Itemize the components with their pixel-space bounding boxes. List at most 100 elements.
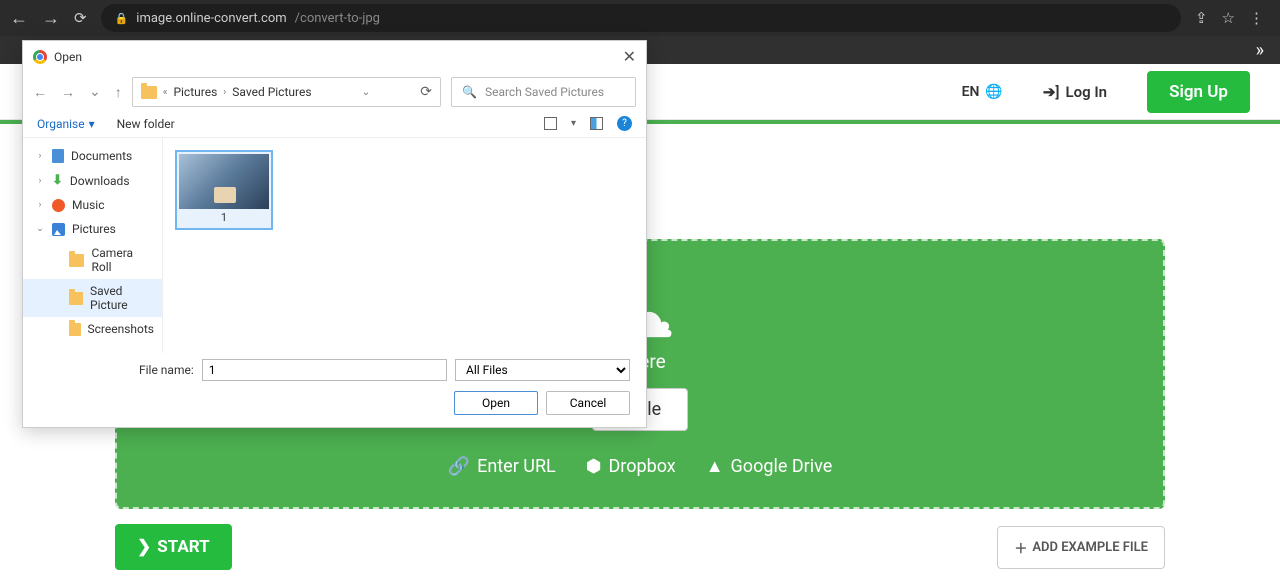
file-open-dialog: Open ✕ ← → ⌄ ↑ « Pictures › Saved Pictur… bbox=[22, 40, 647, 428]
chevron-down-icon: ⌄ bbox=[35, 224, 45, 234]
bookmark-icon[interactable]: ☆ bbox=[1222, 9, 1235, 27]
globe-icon: 🌐 bbox=[985, 84, 1002, 100]
download-icon: ⬇ bbox=[52, 173, 63, 188]
more-icon[interactable]: ⋮ bbox=[1249, 9, 1264, 27]
google-drive-link[interactable]: ▲ Google Drive bbox=[706, 456, 833, 477]
enter-url-link[interactable]: 🔗 Enter URL bbox=[448, 456, 556, 477]
folder-icon bbox=[141, 86, 157, 99]
dialog-up-button[interactable]: ↑ bbox=[115, 84, 122, 101]
sidebar-item-label: Downloads bbox=[70, 174, 130, 188]
chrome-icon bbox=[33, 50, 47, 64]
address-bar[interactable]: 🔒 image.online-convert.com/convert-to-jp… bbox=[101, 4, 1181, 32]
thumbnail-image bbox=[179, 154, 269, 209]
sidebar-item-music[interactable]: › Music bbox=[23, 193, 162, 217]
file-type-select[interactable]: All Files bbox=[455, 359, 630, 381]
dialog-toolbar: Organise ▾ New folder ▾ ? bbox=[23, 112, 646, 138]
sidebar-item-saved-pictures[interactable]: Saved Picture bbox=[23, 279, 162, 317]
sidebar-item-label: Camera Roll bbox=[91, 246, 154, 274]
chevron-down-icon: ▾ bbox=[89, 117, 95, 131]
chevron-right-icon: › bbox=[223, 87, 226, 98]
add-example-label: ADD EXAMPLE FILE bbox=[1032, 540, 1148, 555]
organise-label: Organise bbox=[37, 117, 85, 131]
language-label: EN bbox=[962, 84, 980, 100]
chevron-right-icon: › bbox=[35, 176, 45, 186]
open-button[interactable]: Open bbox=[454, 391, 538, 415]
help-button[interactable]: ? bbox=[617, 116, 632, 131]
dropbox-link[interactable]: ⬢ Dropbox bbox=[586, 456, 676, 477]
browser-chrome: ← → ⟳ 🔒 image.online-convert.com/convert… bbox=[0, 0, 1280, 36]
chevron-down-icon[interactable]: ▾ bbox=[571, 118, 576, 129]
language-switch[interactable]: EN 🌐 bbox=[962, 84, 1003, 100]
url-path: /convert-to-jpg bbox=[295, 11, 380, 26]
file-name: 1 bbox=[221, 209, 227, 226]
file-name-input[interactable] bbox=[202, 359, 447, 381]
music-icon bbox=[52, 199, 65, 212]
file-name-label: File name: bbox=[139, 363, 194, 377]
search-icon: 🔍 bbox=[462, 85, 477, 99]
refresh-button[interactable]: ⟳ bbox=[420, 84, 432, 100]
dialog-nav-buttons: ← → ⌄ ↑ bbox=[33, 84, 122, 101]
chrome-actions: ⇪ ☆ ⋮ bbox=[1195, 9, 1264, 27]
pictures-icon bbox=[52, 223, 65, 236]
dialog-title: Open bbox=[54, 50, 82, 64]
login-label: Log In bbox=[1066, 83, 1108, 101]
folder-icon bbox=[69, 323, 81, 336]
cancel-button[interactable]: Cancel bbox=[546, 391, 630, 415]
dialog-search[interactable]: 🔍 Search Saved Pictures bbox=[451, 77, 636, 107]
start-label: START bbox=[157, 537, 209, 557]
sidebar-item-documents[interactable]: › Documents bbox=[23, 144, 162, 168]
chevron-down-icon[interactable]: ⌄ bbox=[362, 87, 370, 98]
bottom-row: ❯ START ＋ ADD EXAMPLE FILE bbox=[0, 509, 1280, 585]
forward-button[interactable]: → bbox=[42, 8, 60, 29]
tab-overflow-icon[interactable]: » bbox=[1256, 40, 1264, 61]
dialog-sidebar: ›Documents ›⬇Downloads ›Music ⌄Pictures … bbox=[23, 138, 163, 353]
share-icon[interactable]: ⇪ bbox=[1195, 9, 1208, 27]
sidebar-item-label: Documents bbox=[71, 149, 132, 163]
preview-pane-button[interactable] bbox=[590, 117, 603, 130]
dialog-back-button[interactable]: ← bbox=[33, 84, 47, 101]
add-example-button[interactable]: ＋ ADD EXAMPLE FILE bbox=[997, 526, 1165, 569]
chevron-right-icon: › bbox=[35, 151, 45, 161]
url-host: image.online-convert.com bbox=[136, 11, 286, 26]
breadcrumb[interactable]: « Pictures › Saved Pictures ⌄ ⟳ bbox=[132, 77, 441, 107]
start-button[interactable]: ❯ START bbox=[115, 524, 232, 570]
dialog-titlebar: Open ✕ bbox=[23, 41, 646, 72]
lock-icon: 🔒 bbox=[115, 12, 129, 25]
bc-prefix: « bbox=[163, 87, 168, 98]
file-item-1[interactable]: 1 bbox=[175, 150, 273, 230]
signup-button[interactable]: Sign Up bbox=[1147, 71, 1250, 113]
gdrive-label: Google Drive bbox=[731, 456, 833, 477]
organise-menu[interactable]: Organise ▾ bbox=[37, 117, 95, 131]
chevron-right-icon: › bbox=[35, 200, 45, 210]
sidebar-item-pictures[interactable]: ⌄ Pictures bbox=[23, 217, 162, 241]
dialog-close-button[interactable]: ✕ bbox=[623, 47, 636, 66]
login-link[interactable]: ➔] Log In bbox=[1043, 83, 1107, 101]
folder-icon bbox=[69, 292, 83, 305]
back-button[interactable]: ← bbox=[10, 8, 28, 29]
sidebar-item-downloads[interactable]: › ⬇ Downloads bbox=[23, 168, 162, 193]
dropbox-label: Dropbox bbox=[608, 456, 675, 477]
sidebar-item-label: Saved Picture bbox=[90, 284, 154, 312]
document-icon bbox=[52, 149, 64, 163]
sidebar-item-screenshots[interactable]: Screenshots bbox=[23, 317, 162, 341]
new-folder-button[interactable]: New folder bbox=[117, 117, 175, 131]
sidebar-item-label: Music bbox=[72, 198, 104, 212]
dialog-body: ›Documents ›⬇Downloads ›Music ⌄Pictures … bbox=[23, 138, 646, 353]
sidebar-item-label: Pictures bbox=[72, 222, 116, 236]
alt-sources-row: 🔗 Enter URL ⬢ Dropbox ▲ Google Drive bbox=[448, 456, 833, 477]
dialog-nav: ← → ⌄ ↑ « Pictures › Saved Pictures ⌄ ⟳ … bbox=[23, 72, 646, 112]
file-list-area[interactable]: 1 bbox=[163, 138, 646, 353]
reload-button[interactable]: ⟳ bbox=[74, 9, 87, 27]
dialog-forward-button[interactable]: → bbox=[61, 84, 75, 101]
view-mode-button[interactable] bbox=[544, 117, 557, 130]
folder-icon bbox=[69, 254, 84, 267]
dialog-recent-button[interactable]: ⌄ bbox=[89, 84, 101, 101]
breadcrumb-pictures[interactable]: Pictures bbox=[173, 85, 217, 99]
search-placeholder: Search Saved Pictures bbox=[485, 85, 604, 99]
dialog-footer: File name: All Files Open Cancel bbox=[23, 353, 646, 427]
sidebar-item-camera-roll[interactable]: Camera Roll bbox=[23, 241, 162, 279]
sidebar-item-label: Screenshots bbox=[88, 322, 154, 336]
enter-url-label: Enter URL bbox=[477, 456, 556, 477]
breadcrumb-saved[interactable]: Saved Pictures bbox=[232, 85, 311, 99]
login-icon: ➔] bbox=[1043, 83, 1060, 101]
